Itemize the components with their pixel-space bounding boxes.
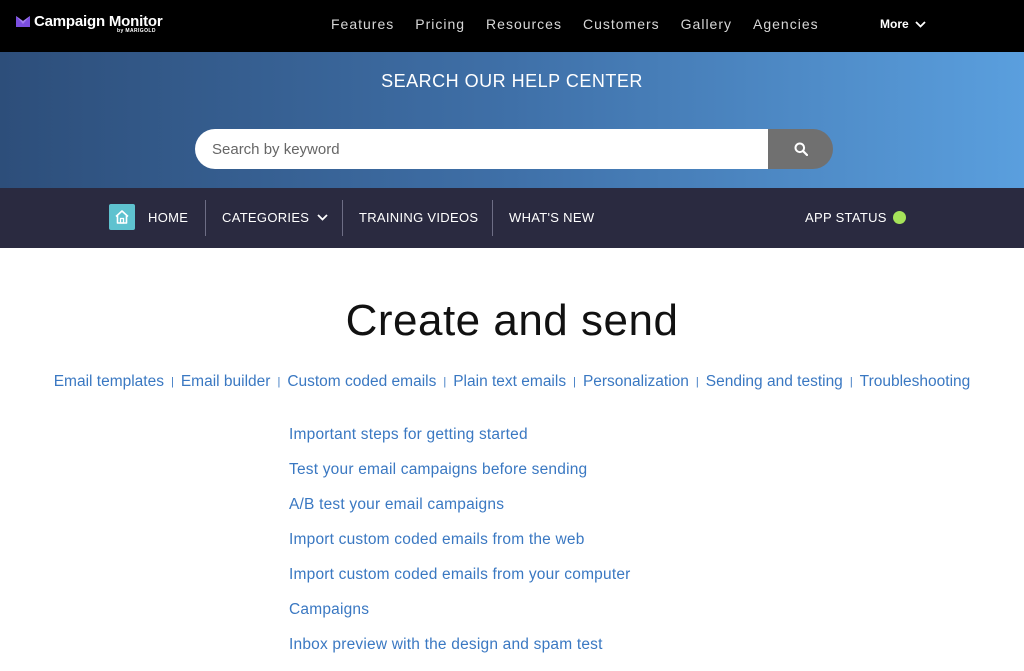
nav-link-resources[interactable]: Resources — [486, 16, 562, 32]
nav-link-agencies[interactable]: Agencies — [753, 16, 819, 32]
category-link-personalization[interactable]: Personalization — [583, 373, 689, 391]
status-indicator-dot — [892, 211, 906, 224]
nav-link-features[interactable]: Features — [331, 16, 394, 32]
category-link-email-builder[interactable]: Email builder — [181, 373, 271, 391]
category-separator: | — [443, 376, 447, 388]
list-item: Important steps for getting started — [289, 426, 631, 461]
main-nav-links: Features Pricing Resources Customers Gal… — [331, 16, 840, 32]
nav-divider — [492, 200, 493, 236]
nav-categories-label: CATEGORIES — [222, 210, 310, 225]
app-status-label: APP STATUS — [805, 210, 887, 225]
list-item: Campaigns — [289, 601, 631, 636]
nav-whats-new[interactable]: WHAT'S NEW — [509, 210, 594, 225]
brand-subtitle: by MARIGOLD — [117, 28, 156, 34]
article-list: Important steps for getting started Test… — [289, 426, 631, 671]
chevron-down-icon — [915, 20, 926, 28]
list-item: Import custom coded emails from the web — [289, 531, 631, 566]
page-title: Create and send — [345, 296, 679, 345]
chevron-down-icon — [317, 214, 328, 221]
category-separator: | — [573, 376, 576, 388]
search-button[interactable] — [768, 129, 833, 169]
nav-link-pricing[interactable]: Pricing — [415, 16, 465, 32]
category-link-troubleshooting[interactable]: Troubleshooting — [860, 373, 971, 391]
nav-link-customers[interactable]: Customers — [583, 16, 660, 32]
category-link-custom-coded-emails[interactable]: Custom coded emails — [287, 373, 436, 391]
app-status-link[interactable]: APP STATUS — [805, 210, 906, 225]
nav-home[interactable]: HOME — [148, 210, 188, 225]
category-separator: | — [849, 376, 853, 388]
article-link[interactable]: Campaigns — [289, 601, 631, 636]
home-icon — [115, 210, 129, 224]
nav-link-gallery[interactable]: Gallery — [681, 16, 732, 32]
article-link[interactable]: A/B test your email campaigns — [289, 496, 631, 531]
nav-training-videos[interactable]: TRAINING VIDEOS — [359, 210, 478, 225]
category-link-plain-text-emails[interactable]: Plain text emails — [453, 373, 566, 391]
search-icon — [794, 142, 808, 156]
brand-logo[interactable]: Campaign Monitor by MARIGOLD — [16, 13, 174, 39]
article-link[interactable]: Import custom coded emails from your com… — [289, 566, 631, 601]
search-input[interactable] — [195, 129, 768, 169]
more-label: More — [880, 17, 909, 31]
category-separator: | — [170, 376, 174, 388]
list-item: Test your email campaigns before sending — [289, 461, 631, 496]
list-item: Import custom coded emails from your com… — [289, 566, 631, 601]
category-separator: | — [695, 376, 699, 388]
home-icon-button[interactable] — [109, 204, 135, 230]
nav-divider — [342, 200, 343, 236]
category-separator: | — [277, 376, 281, 388]
article-link[interactable]: Important steps for getting started — [289, 426, 631, 461]
article-link[interactable]: Import custom coded emails from the web — [289, 531, 631, 566]
list-item: Inbox preview with the design and spam t… — [289, 636, 631, 671]
category-links: Email templates | Email builder | Custom… — [0, 373, 1024, 391]
category-link-sending-and-testing[interactable]: Sending and testing — [706, 373, 843, 391]
help-center-hero: SEARCH OUR HELP CENTER — [0, 52, 1024, 188]
category-link-email-templates[interactable]: Email templates — [54, 373, 164, 391]
top-navigation: Campaign Monitor by MARIGOLD Features Pr… — [0, 0, 1024, 52]
nav-categories-dropdown[interactable]: CATEGORIES — [222, 210, 328, 225]
nav-divider — [205, 200, 206, 236]
article-link[interactable]: Inbox preview with the design and spam t… — [289, 636, 631, 671]
list-item: A/B test your email campaigns — [289, 496, 631, 531]
hero-title: SEARCH OUR HELP CENTER — [381, 71, 643, 91]
article-link[interactable]: Test your email campaigns before sending — [289, 461, 631, 496]
search-bar — [195, 129, 833, 169]
more-menu-button[interactable]: More — [880, 17, 926, 31]
campaign-monitor-logo-icon — [16, 16, 30, 27]
help-center-nav: HOME CATEGORIES TRAINING VIDEOS WHAT'S N… — [0, 188, 1024, 248]
